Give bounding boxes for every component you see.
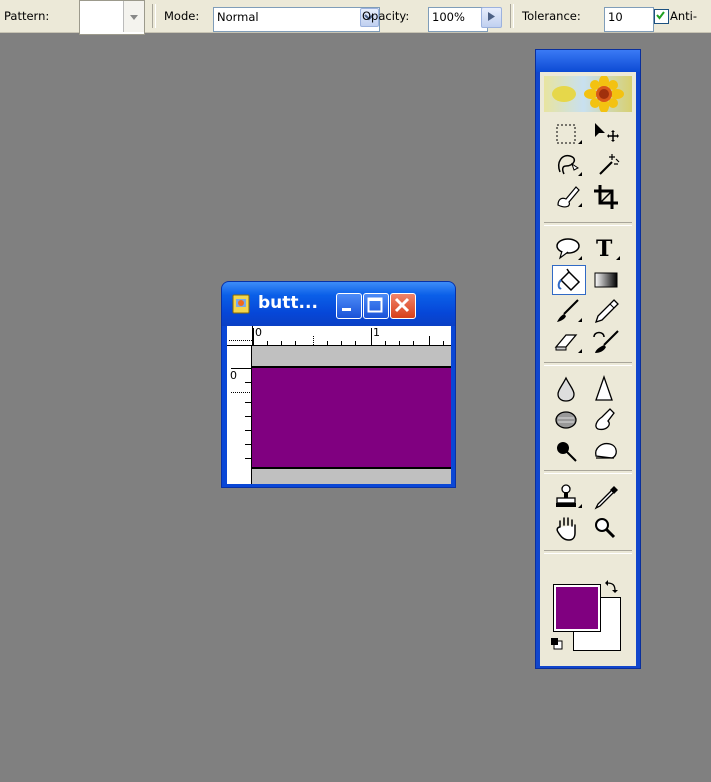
default-colors-icon[interactable]: [550, 637, 564, 651]
close-button[interactable]: [390, 293, 416, 319]
opacity-input[interactable]: 100%: [428, 7, 488, 32]
checkmark-icon: [656, 11, 665, 20]
divider: [152, 4, 156, 28]
svg-text:T: T: [596, 236, 613, 262]
tools-separator: [544, 470, 632, 474]
close-icon: [394, 297, 410, 313]
mode-select[interactable]: Normal: [213, 7, 380, 32]
brush-icon: [557, 299, 582, 322]
tolerance-label: Tolerance:: [522, 9, 581, 23]
tool-blur[interactable]: [552, 374, 586, 404]
tool-paint-bucket[interactable]: [552, 265, 586, 295]
document-title-bar[interactable]: butt...: [222, 282, 455, 326]
tool-sponge[interactable]: [590, 436, 624, 466]
tool-smudge[interactable]: [590, 405, 624, 435]
opacity-value: 100%: [432, 10, 465, 24]
pattern-picker[interactable]: [79, 0, 145, 35]
crop-icon: [594, 185, 618, 209]
canvas-gray-band-top: [252, 346, 451, 366]
photoshop-document-icon: [232, 294, 250, 314]
dodge-icon: [555, 411, 577, 429]
tool-pencil[interactable]: [590, 296, 624, 326]
eyedropper-icon: [594, 486, 618, 510]
tool-crop[interactable]: [590, 181, 624, 211]
ruler-v-label-0: 0: [230, 369, 237, 382]
sponge-icon: [595, 442, 617, 459]
blur-icon: [557, 376, 575, 402]
zoom-icon: [595, 518, 616, 539]
move-icon: [595, 123, 619, 142]
chevron-down-icon: [130, 15, 138, 20]
tool-hand[interactable]: [552, 513, 586, 543]
burn-icon: [557, 442, 577, 462]
pencil-icon: [594, 299, 619, 324]
document-client-area: 0 1 0: [227, 326, 451, 484]
maximize-icon: [367, 297, 383, 313]
divider: [510, 4, 514, 28]
document-window[interactable]: butt... 0 1 0: [221, 281, 456, 488]
tool-zoom[interactable]: [590, 513, 624, 543]
anti-alias-label: Anti-: [670, 9, 698, 23]
tool-eraser[interactable]: [552, 327, 586, 357]
tools-separator: [544, 550, 632, 554]
tools-panel: T: [535, 49, 641, 669]
tool-eyedropper[interactable]: [590, 482, 624, 512]
tool-shape[interactable]: [552, 234, 586, 264]
gradient-icon: [594, 272, 618, 288]
tool-clone-stamp[interactable]: [552, 482, 586, 512]
tools-separator: [544, 362, 632, 366]
pattern-label: Pattern:: [4, 9, 50, 23]
smudge-icon: [595, 408, 615, 431]
tool-dodge[interactable]: [552, 405, 586, 435]
document-canvas[interactable]: [252, 368, 451, 467]
tool-burn[interactable]: [552, 436, 586, 466]
adobe-online-sunflower-icon[interactable]: [544, 76, 632, 112]
history-brush-icon: [593, 330, 619, 353]
tool-healing-brush[interactable]: [552, 181, 586, 211]
ruler-h-label-0: 0: [255, 326, 262, 339]
tool-sharpen[interactable]: [590, 374, 624, 404]
document-title: butt...: [258, 293, 318, 313]
healing-brush-icon: [557, 186, 582, 208]
tool-gradient[interactable]: [590, 265, 624, 295]
tool-marquee[interactable]: [552, 120, 586, 150]
opacity-label: Opacity:: [362, 9, 410, 23]
triangle-right-icon: [488, 12, 495, 21]
options-bar: Pattern: Mode: Normal Opacity: 100% Tole…: [0, 0, 711, 35]
eraser-icon: [554, 334, 582, 353]
minimize-button[interactable]: [336, 293, 362, 319]
opacity-slider-button[interactable]: [481, 7, 502, 28]
mode-label: Mode:: [164, 9, 200, 23]
shape-icon: [556, 238, 582, 260]
tolerance-value: 10: [608, 10, 623, 24]
tools-panel-body: T: [540, 72, 636, 666]
tool-history-brush[interactable]: [590, 327, 624, 357]
sharpen-icon: [595, 375, 613, 401]
foreground-color-swatch[interactable]: [553, 584, 601, 632]
tool-brush[interactable]: [552, 296, 586, 326]
tool-lasso[interactable]: [552, 150, 586, 180]
stamp-icon: [556, 484, 582, 508]
ruler-h-label-1: 1: [373, 326, 380, 339]
tool-type[interactable]: T: [590, 234, 624, 264]
rectangular-marquee-icon: [556, 124, 582, 144]
magic-wand-icon: [599, 154, 620, 175]
paint-bucket-icon: [557, 268, 581, 292]
hand-icon: [556, 517, 576, 541]
maximize-button[interactable]: [363, 293, 389, 319]
type-icon: T: [596, 236, 620, 262]
tools-separator: [544, 222, 632, 226]
tool-magic-wand[interactable]: [590, 150, 624, 180]
minimize-icon: [342, 308, 351, 311]
canvas-gray-band-bottom: [252, 469, 451, 484]
tools-panel-titlebar[interactable]: [536, 50, 640, 72]
vertical-ruler: [227, 346, 252, 484]
tolerance-input[interactable]: 10: [604, 7, 654, 32]
lasso-icon: [558, 154, 582, 176]
anti-alias-checkbox[interactable]: [654, 9, 669, 24]
tool-move[interactable]: [590, 120, 624, 150]
mode-value: Normal: [217, 10, 259, 24]
swap-colors-icon[interactable]: [604, 580, 618, 594]
